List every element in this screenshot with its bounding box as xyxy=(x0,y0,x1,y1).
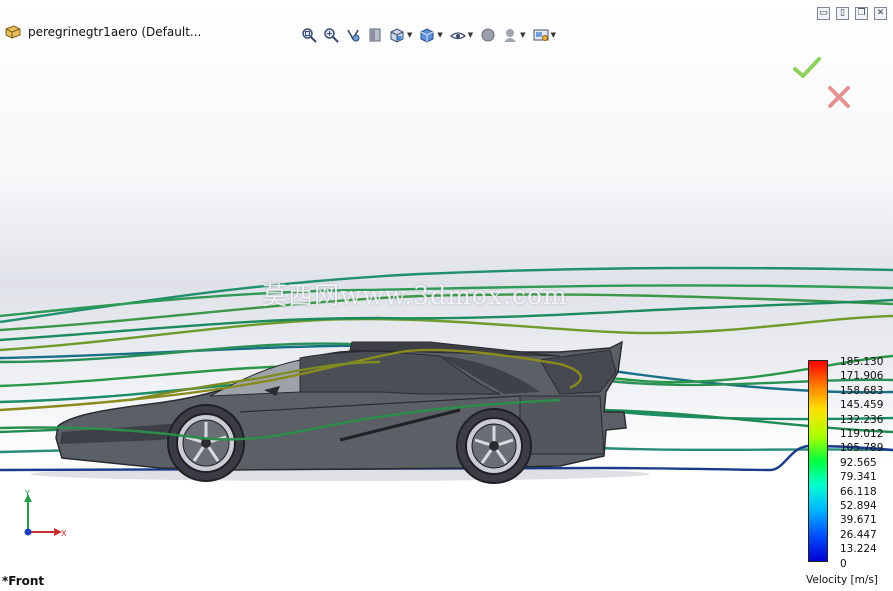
legend-tick-label: 145.459 xyxy=(840,399,884,412)
legend-tick-label: 26.447 xyxy=(840,528,877,541)
legend-tick-label: 0 xyxy=(840,557,847,570)
legend-color-bar xyxy=(808,360,828,562)
triad-y-label: Y xyxy=(24,489,30,498)
watermark: 莫西网www.3dmox.com xyxy=(262,281,568,310)
legend-tick-label: 39.671 xyxy=(840,514,877,527)
reference-triad[interactable]: Y X xyxy=(18,488,70,540)
legend-tick-label: 13.224 xyxy=(840,543,877,556)
legend-tick-label: 79.341 xyxy=(840,471,877,484)
legend-tick-label: 185.130 xyxy=(840,356,884,368)
legend-tick-label: 132.236 xyxy=(840,413,884,426)
legend-tick-label: 171.906 xyxy=(840,370,884,383)
view-name: *Front xyxy=(2,574,45,588)
legend-tick-label: 92.565 xyxy=(840,456,877,469)
legend-tick-label: 66.118 xyxy=(840,485,877,498)
legend-title: Velocity [m/s] xyxy=(806,574,878,586)
legend-tick-label: 105.789 xyxy=(840,442,884,455)
velocity-legend[interactable]: 185.130 171.906 158.683 145.459 132.236 119.0… xyxy=(806,356,893,588)
legend-tick-label: 52.894 xyxy=(840,500,877,512)
legend-tick-label: 158.683 xyxy=(840,384,884,397)
triad-x-label: X xyxy=(61,529,67,538)
legend-tick-label: 119.012 xyxy=(840,428,884,440)
